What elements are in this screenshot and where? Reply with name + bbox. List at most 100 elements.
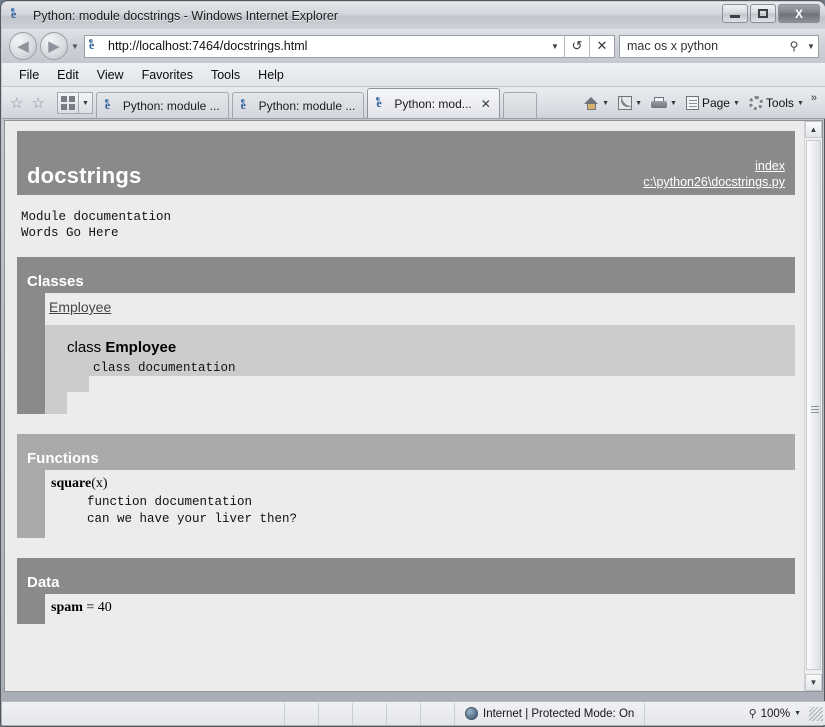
feeds-caret-icon[interactable]: ▼ xyxy=(635,100,642,107)
data-item-row: spam = 40 xyxy=(45,594,795,624)
tab-favicon-icon: e xyxy=(104,98,111,112)
recent-pages-caret-icon[interactable]: ▼ xyxy=(68,42,82,51)
section-data-heading: Data xyxy=(17,558,795,594)
internet-explorer-icon: e xyxy=(10,6,17,21)
tab-favicon-icon: e xyxy=(375,96,382,110)
section-functions-heading: Functions xyxy=(17,434,795,470)
section-classes-gutter xyxy=(17,293,45,414)
index-link[interactable]: index xyxy=(643,158,785,174)
menu-edit[interactable]: Edit xyxy=(48,66,88,84)
tab-1[interactable]: e Python: module ... xyxy=(95,92,229,118)
quick-tabs-icon[interactable] xyxy=(56,92,79,114)
minimize-button[interactable] xyxy=(722,4,748,23)
page-menu-button[interactable]: Page ▼ xyxy=(682,93,744,113)
globe-icon xyxy=(465,707,478,720)
module-docstring: Module documentation Words Go Here xyxy=(21,210,172,240)
favorites-center-icon[interactable]: ☆ xyxy=(10,96,23,111)
scrollbar-thumb[interactable] xyxy=(806,140,821,670)
class-keyword: class xyxy=(67,339,106,356)
data-item-value: = 40 xyxy=(82,600,112,615)
class-box-tail xyxy=(89,376,795,392)
search-provider-caret-icon[interactable]: ▼ xyxy=(804,42,818,51)
status-segment xyxy=(387,702,421,725)
zoom-control[interactable]: ⚲ 100% ▼ xyxy=(741,707,809,721)
scroll-down-arrow-icon[interactable]: ▼ xyxy=(805,674,822,691)
vertical-scrollbar[interactable]: ▲ ▼ xyxy=(804,121,822,691)
class-link-employee[interactable]: Employee xyxy=(49,299,111,315)
security-zone-indicator[interactable]: Internet | Protected Mode: On xyxy=(455,702,646,725)
home-caret-icon[interactable]: ▼ xyxy=(602,100,609,107)
menu-view[interactable]: View xyxy=(88,66,133,84)
section-gap xyxy=(17,414,795,434)
scroll-up-arrow-icon[interactable]: ▲ xyxy=(805,121,822,138)
function-name: square xyxy=(51,476,92,491)
tab-2-label: Python: module ... xyxy=(258,98,356,113)
tab-close-icon[interactable]: ✕ xyxy=(481,97,491,111)
forward-button[interactable]: ▶ xyxy=(40,32,68,60)
home-button[interactable]: ▼ xyxy=(580,94,613,113)
maximize-button[interactable] xyxy=(750,4,776,23)
status-segment xyxy=(319,702,353,725)
menu-file[interactable]: File xyxy=(10,66,48,84)
address-dropdown-icon[interactable]: ▼ xyxy=(546,42,564,51)
section-data: Data spam = 40 xyxy=(17,558,795,624)
address-bar[interactable]: e http://localhost:7464/docstrings.html … xyxy=(84,34,615,58)
page-caret-icon[interactable]: ▼ xyxy=(733,100,740,107)
title-bar: e Python: module docstrings - Windows In… xyxy=(2,2,825,29)
print-button[interactable]: ▼ xyxy=(647,94,681,113)
class-detail-gutter xyxy=(45,325,67,392)
refresh-button[interactable]: ↺ xyxy=(564,34,589,58)
search-input[interactable]: mac os x python xyxy=(620,39,784,53)
section-functions-gutter xyxy=(17,470,45,538)
toolbar-overflow-icon[interactable]: » xyxy=(809,92,821,114)
back-button[interactable]: ◀ xyxy=(9,32,37,60)
section-functions: Functions square(x) function documentati… xyxy=(17,434,795,538)
pydoc-document: docstrings index c:\python26\docstrings.… xyxy=(5,121,806,691)
scrollbar-grip-icon xyxy=(811,406,819,413)
module-header-links: index c:\python26\docstrings.py xyxy=(643,158,785,190)
stop-button[interactable]: ✕ xyxy=(589,34,614,58)
status-segment xyxy=(421,702,455,725)
class-name: Employee xyxy=(105,339,177,356)
close-button[interactable]: X xyxy=(778,4,820,23)
search-icon[interactable]: ⚲ xyxy=(784,39,804,53)
zoom-caret-icon[interactable]: ▼ xyxy=(794,710,801,717)
zoom-magnifier-icon: ⚲ xyxy=(748,708,757,720)
tools-caret-icon[interactable]: ▼ xyxy=(797,100,804,107)
section-gap xyxy=(17,538,795,558)
resize-grip-icon[interactable] xyxy=(809,706,823,721)
new-tab-button[interactable] xyxy=(502,92,537,118)
menu-help[interactable]: Help xyxy=(249,66,293,84)
tab-3-active[interactable]: e Python: mod... ✕ xyxy=(367,88,500,118)
tab-bar: ☆ ☆ ▼ e Python: module ... e Python: mod… xyxy=(2,87,825,119)
feeds-button[interactable]: ▼ xyxy=(614,93,646,113)
home-icon xyxy=(584,96,599,110)
module-name: docstrings xyxy=(27,163,142,188)
print-caret-icon[interactable]: ▼ xyxy=(670,100,677,107)
tab-2[interactable]: e Python: module ... xyxy=(231,92,365,118)
window-title: Python: module docstrings - Windows Inte… xyxy=(33,8,338,23)
tools-menu-button[interactable]: Tools ▼ xyxy=(745,93,808,113)
add-to-favorites-icon[interactable]: ☆ xyxy=(31,96,44,111)
page-favicon-icon: e xyxy=(88,38,95,52)
window-controls: X xyxy=(722,4,820,23)
tab-list-caret-icon[interactable]: ▼ xyxy=(78,92,93,114)
class-docstring: class documentation xyxy=(93,361,236,375)
security-zone-label: Internet | Protected Mode: On xyxy=(483,707,635,720)
function-signature: square(x) xyxy=(45,470,795,492)
favorites-group: ☆ ☆ xyxy=(2,88,49,118)
data-item-name: spam xyxy=(51,600,83,615)
module-file-link[interactable]: c:\python26\docstrings.py xyxy=(643,174,785,190)
menu-tools[interactable]: Tools xyxy=(202,66,249,84)
page-icon xyxy=(685,96,699,110)
status-message-area xyxy=(2,702,285,725)
tab-favicon-icon: e xyxy=(240,98,246,112)
rss-feed-icon xyxy=(618,96,633,110)
class-title: class Employee xyxy=(67,339,795,356)
function-args: (x) xyxy=(91,476,108,491)
status-segment xyxy=(285,702,319,725)
search-box[interactable]: mac os x python ⚲ ▼ xyxy=(619,34,819,58)
printer-icon xyxy=(651,96,668,110)
menu-favorites[interactable]: Favorites xyxy=(133,66,202,84)
address-input[interactable]: http://localhost:7464/docstrings.html xyxy=(108,39,546,53)
